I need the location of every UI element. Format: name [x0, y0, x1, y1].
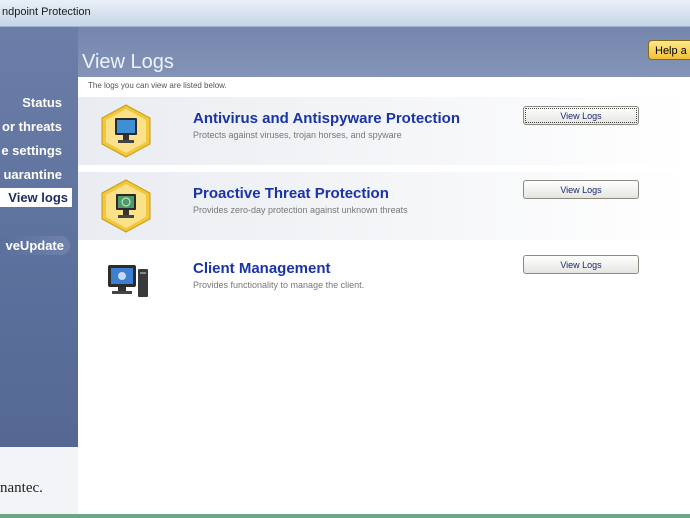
row-description: Provides zero-day protection against unk… [193, 205, 408, 215]
row-heading: Antivirus and Antispyware Protection [193, 110, 460, 127]
main-panel: The logs you can view are listed below. … [78, 77, 690, 518]
log-row-antivirus: Antivirus and Antispyware Protection Pro… [78, 97, 690, 165]
nav-item-view-logs[interactable]: View logs [0, 188, 72, 207]
nav-item-status[interactable]: Status [22, 95, 62, 110]
view-logs-button-proactive[interactable]: View Logs [523, 180, 639, 199]
row-description: Provides functionality to manage the cli… [193, 280, 365, 290]
monitor-shield-icon [98, 103, 154, 159]
log-row-proactive: Proactive Threat Protection Provides zer… [78, 172, 690, 240]
window-title: ndpoint Protection [2, 6, 91, 18]
nav-item-liveupdate[interactable]: veUpdate [0, 236, 70, 255]
brand-logo-text: nantec. [0, 480, 43, 496]
window-bottom-border [0, 514, 690, 518]
computer-icon [98, 253, 154, 309]
view-logs-button-antivirus[interactable]: View Logs [523, 106, 639, 125]
monitor-radar-icon [98, 178, 154, 234]
view-logs-button-client[interactable]: View Logs [523, 255, 639, 274]
row-heading: Client Management [193, 260, 331, 277]
nav-item-change-settings[interactable]: e settings [1, 143, 62, 158]
left-navigation: Status or threats e settings uarantine V… [0, 27, 78, 518]
row-description: Protects against viruses, trojan horses,… [193, 130, 402, 140]
page-title: View Logs [82, 51, 174, 73]
nav-item-quarantine[interactable]: uarantine [3, 167, 62, 182]
intro-text: The logs you can view are listed below. [88, 81, 227, 90]
help-button[interactable]: Help a [648, 40, 690, 60]
log-row-client-management: Client Management Provides functionality… [78, 247, 690, 315]
page-header: View Logs [78, 27, 690, 77]
row-heading: Proactive Threat Protection [193, 185, 389, 202]
title-bar: ndpoint Protection [0, 0, 690, 27]
nav-item-scan-for-threats[interactable]: or threats [2, 119, 62, 134]
